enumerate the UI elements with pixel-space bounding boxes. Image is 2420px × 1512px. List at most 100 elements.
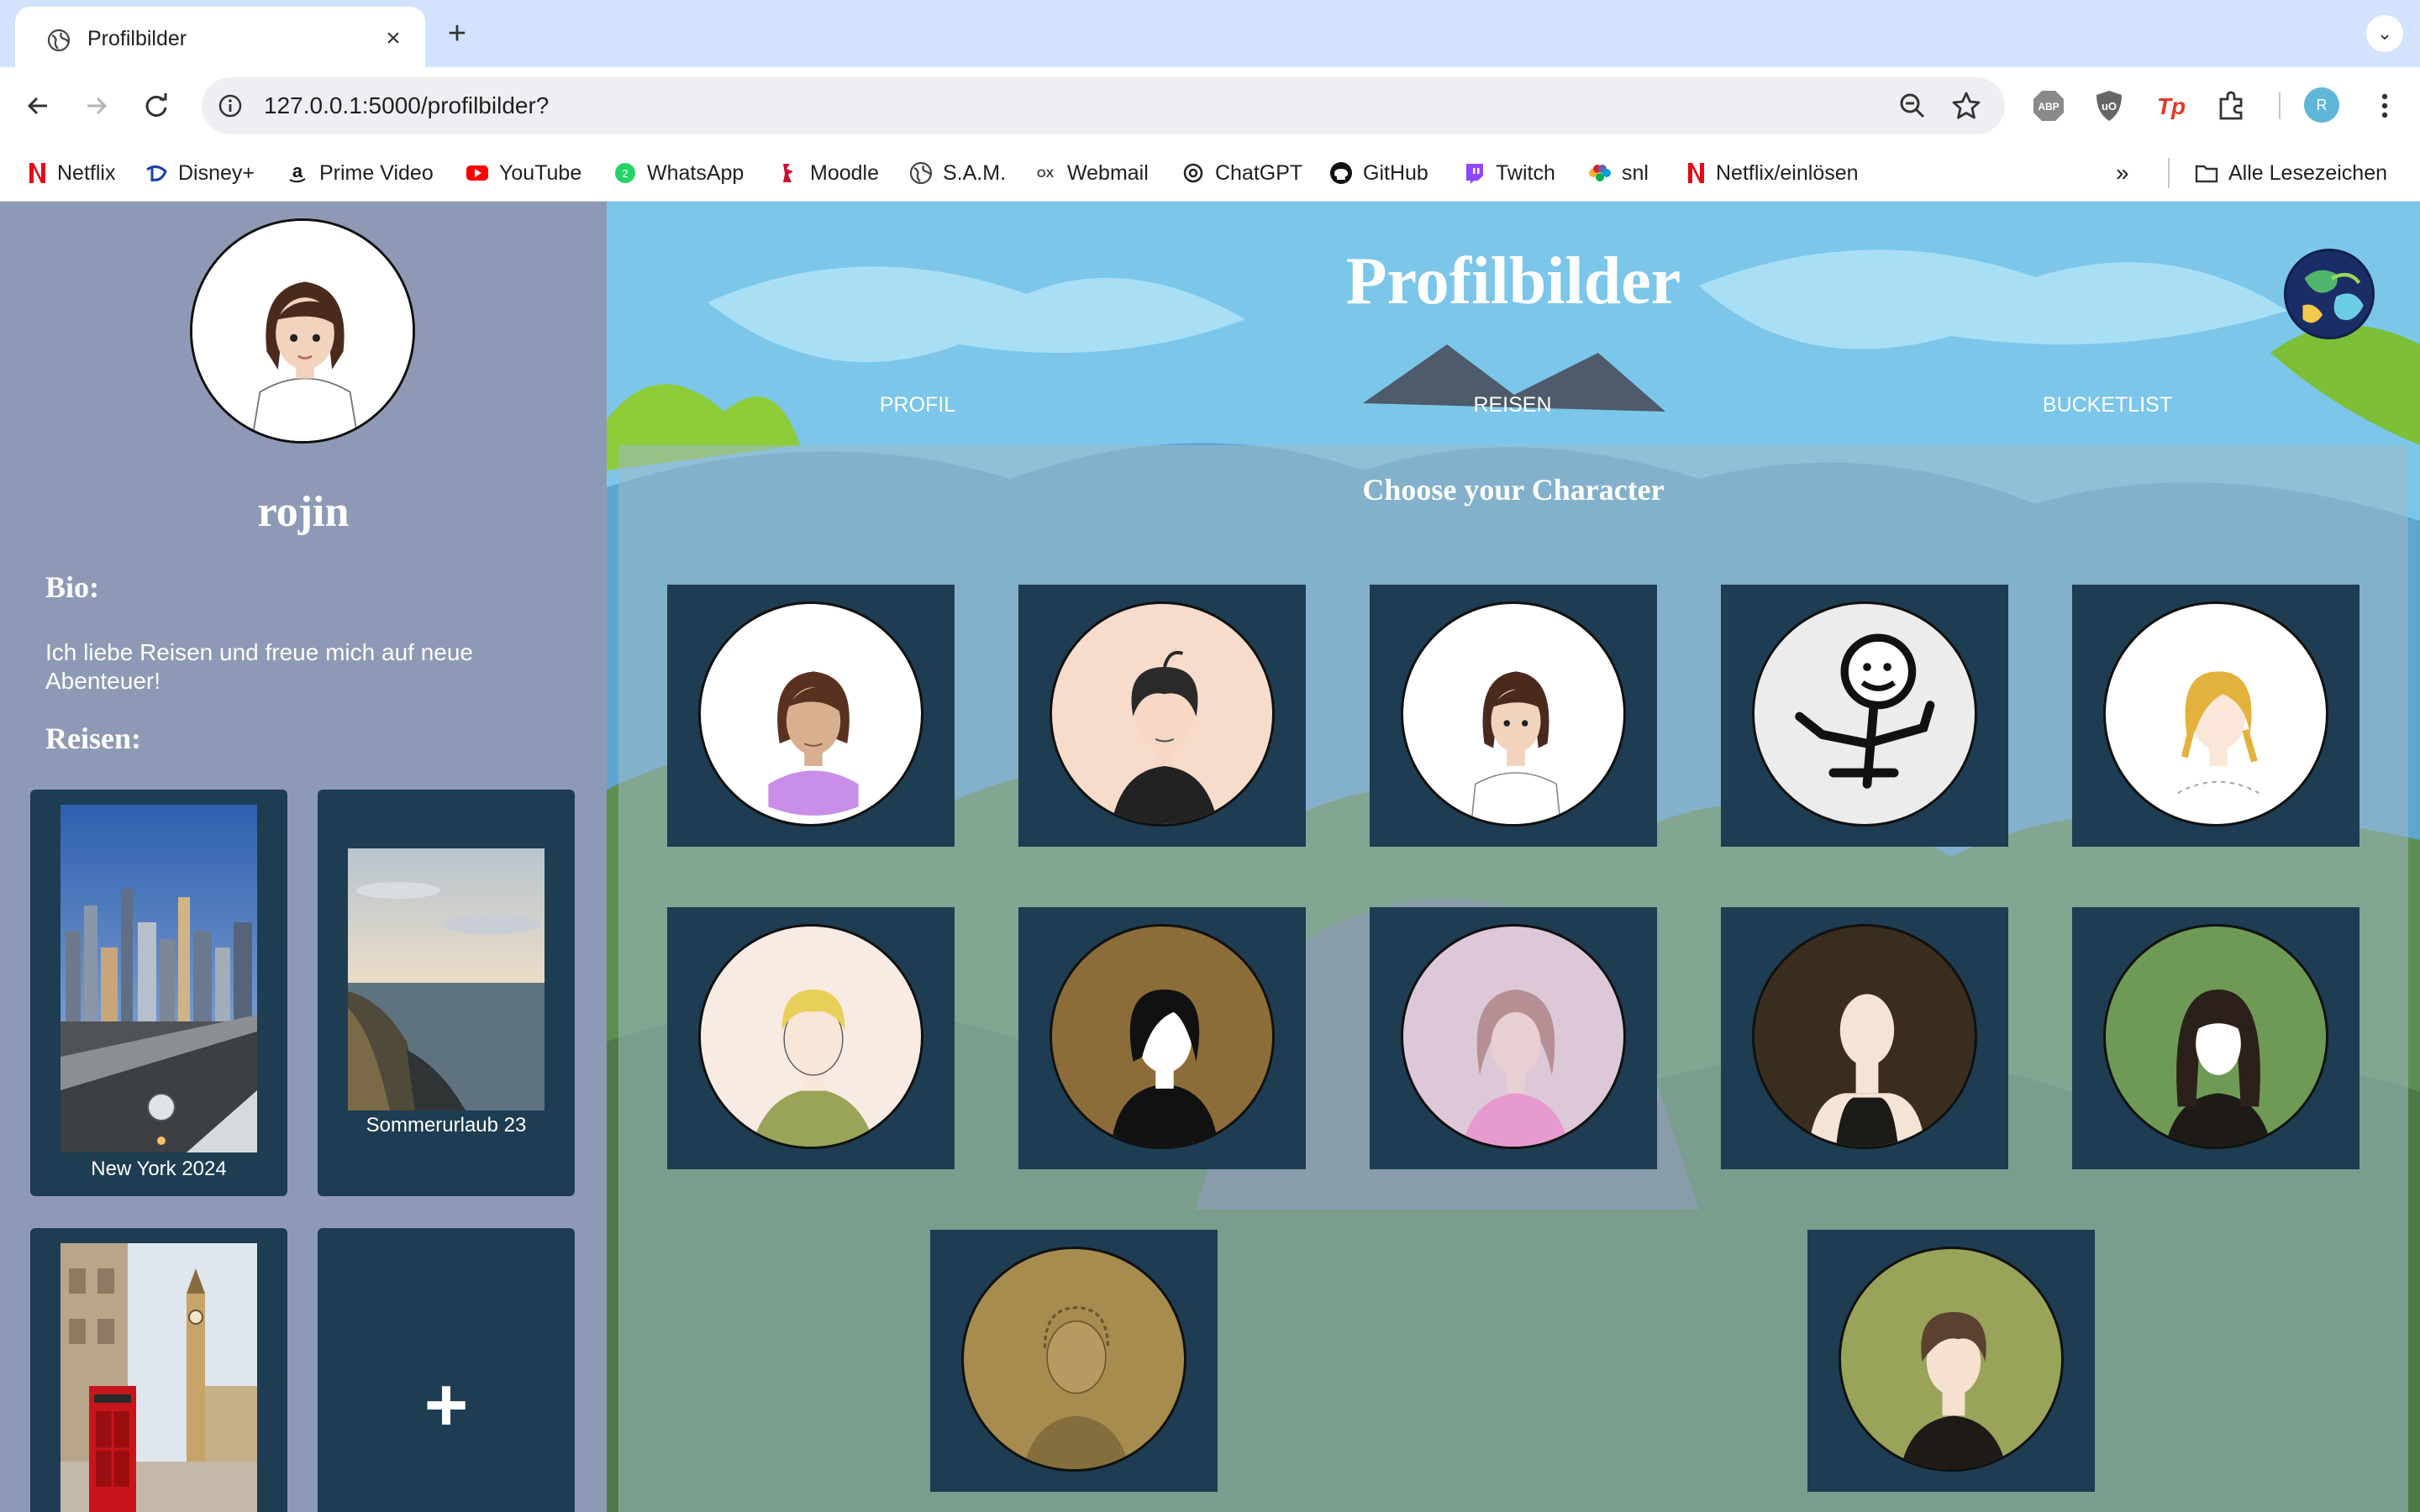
tab-title: Profilbilder: [87, 27, 187, 50]
new-tab-button[interactable]: +: [440, 17, 474, 50]
reload-icon[interactable]: [138, 87, 175, 124]
svg-text:OX: OX: [1037, 166, 1055, 180]
disney-plus-icon: [146, 165, 167, 181]
character-card[interactable]: [930, 1230, 1218, 1492]
kebab-menu-icon[interactable]: [2366, 87, 2403, 124]
folder-icon: [2195, 165, 2218, 183]
trip-label: Sommerurlaub 23: [366, 1114, 527, 1137]
girl-white-top-avatar-icon: [1401, 601, 1626, 827]
add-trip-button[interactable]: +: [318, 1228, 575, 1512]
moodle-bear-icon: [783, 164, 793, 182]
amazon-icon: a: [289, 161, 306, 183]
ublock-shield-icon[interactable]: uO: [2091, 87, 2128, 124]
character-card[interactable]: [2072, 907, 2360, 1169]
adblock-plus-icon[interactable]: ABP: [2030, 87, 2067, 124]
bald-boy-tank-top-avatar-icon: [1752, 924, 1977, 1149]
svg-text:uO: uO: [2102, 100, 2117, 113]
nav-profil[interactable]: PROFIL: [792, 393, 1044, 417]
address-bar[interactable]: 127.0.0.1:5000/profilbilder?: [202, 77, 2005, 134]
zoom-icon[interactable]: [1896, 89, 1929, 123]
character-card[interactable]: [1370, 585, 1657, 847]
character-card[interactable]: [667, 585, 955, 847]
twitch-icon: [1466, 164, 1483, 184]
character-card[interactable]: [1370, 907, 1657, 1169]
plus-icon: +: [424, 1363, 469, 1447]
username: rojin: [257, 488, 350, 536]
bio-heading: Bio:: [45, 570, 100, 604]
bookmark-sam[interactable]: S.A.M.: [909, 156, 1006, 190]
trip-card-london[interactable]: [30, 1228, 287, 1512]
girl-purple-top-avatar-icon: [698, 601, 923, 827]
character-card[interactable]: [1807, 1230, 2095, 1492]
globe-icon: [47, 29, 71, 52]
svg-text:Tp: Tp: [2157, 93, 2186, 119]
character-card[interactable]: [667, 907, 955, 1169]
tab-search-chevron-icon[interactable]: ⌄: [2366, 15, 2403, 52]
extensions-puzzle-icon[interactable]: [2213, 87, 2250, 124]
faded-boy-avatar-icon: [961, 1247, 1186, 1472]
bookmark-webmail[interactable]: OX Webmail: [1034, 156, 1149, 190]
bookmark-moodle[interactable]: Moodle: [776, 156, 879, 190]
bookmark-netflix-einloesen[interactable]: Netflix/einlösen: [1682, 156, 1859, 190]
peacock-icon: [1589, 165, 1611, 181]
forward-arrow-icon[interactable]: [77, 87, 114, 124]
browser-toolbar: 127.0.0.1:5000/profilbilder? ABP uO Tp R: [0, 67, 2420, 144]
long-hair-girl-avatar-icon: [2103, 924, 2328, 1149]
youtube-icon: [466, 165, 488, 181]
bookmark-twitch[interactable]: Twitch: [1462, 156, 1555, 190]
more-bookmarks-chevron-icon[interactable]: »: [2116, 156, 2129, 190]
ox-mail-icon: OX: [1037, 166, 1055, 180]
whatsapp-icon: 2: [615, 163, 635, 183]
blonde-girl-avatar-icon: [2103, 601, 2328, 827]
globe-logo-icon[interactable]: [2284, 249, 2375, 339]
bookmarks-divider: [2168, 158, 2170, 188]
bookmark-whatsapp[interactable]: 2 WhatsApp: [613, 156, 744, 190]
netflix-icon: [29, 163, 45, 183]
svg-text:a: a: [292, 161, 303, 181]
stick-figure-avatar-icon: [1752, 601, 1977, 827]
bookmark-prime-video[interactable]: a Prime Video: [286, 156, 434, 190]
trip-label: New York 2024: [91, 1158, 227, 1180]
bookmark-github[interactable]: GitHub: [1329, 156, 1428, 190]
trip-card-new-york[interactable]: New York 2024: [30, 790, 287, 1196]
page-content: rojin Bio: Ich liebe Reisen und freue mi…: [0, 202, 2420, 1512]
tp-extension-icon[interactable]: Tp: [2153, 87, 2190, 124]
bookmark-netflix[interactable]: Netflix: [24, 156, 115, 190]
back-arrow-icon[interactable]: [20, 87, 57, 124]
page-title: Profilbilder: [1345, 244, 1681, 318]
site-info-icon[interactable]: [217, 92, 244, 119]
sommerurlaub-photo: [348, 848, 544, 1110]
bookmark-chatgpt[interactable]: ChatGPT: [1181, 156, 1302, 190]
character-card[interactable]: [1721, 585, 2008, 847]
close-tab-icon[interactable]: ×: [380, 25, 407, 52]
trips-heading: Reisen:: [45, 722, 141, 755]
nav-reisen[interactable]: REISEN: [1386, 393, 1639, 417]
github-icon: [1330, 162, 1352, 184]
bookmark-star-icon[interactable]: [1949, 89, 1983, 123]
character-card[interactable]: [2072, 585, 2360, 847]
character-card[interactable]: [1018, 585, 1306, 847]
character-card[interactable]: [1018, 907, 1306, 1169]
black-hair-hoodie-avatar-icon: [1050, 924, 1275, 1149]
active-tab[interactable]: Profilbilder ×: [15, 7, 425, 67]
brown-hair-boy-avatar-icon: [1839, 1247, 2064, 1472]
bookmark-disney-plus[interactable]: Disney+: [145, 156, 255, 190]
netflix-icon: [1688, 163, 1704, 183]
new-york-photo: [60, 805, 257, 1152]
london-photo: [60, 1243, 257, 1512]
bookmark-snl[interactable]: snl: [1588, 156, 1649, 190]
nav-bucketlist[interactable]: BUCKETLIST: [1981, 393, 2233, 417]
bio-text: Ich liebe Reisen und freue mich auf neue…: [45, 639, 473, 694]
choose-character-title: Choose your Character: [1362, 473, 1665, 507]
bookmarks-bar: Netflix Disney+ a Prime Video YouTube 2 …: [0, 144, 2420, 202]
current-avatar: [190, 218, 415, 444]
tab-strip: Profilbilder × + ⌄: [0, 0, 2420, 67]
bookmark-youtube[interactable]: YouTube: [466, 156, 581, 190]
main-area: Profilbilder PROFIL REISEN BUCKETLIST Ch…: [607, 202, 2420, 1512]
trip-card-sommerurlaub[interactable]: Sommerurlaub 23: [318, 790, 575, 1196]
boy-black-shirt-avatar-icon: [1050, 601, 1275, 827]
url-text[interactable]: 127.0.0.1:5000/profilbilder?: [264, 92, 549, 119]
all-bookmarks-folder[interactable]: Alle Lesezeichen: [2195, 156, 2387, 190]
character-card[interactable]: [1721, 907, 2008, 1169]
profile-avatar-button[interactable]: R: [2304, 87, 2339, 123]
